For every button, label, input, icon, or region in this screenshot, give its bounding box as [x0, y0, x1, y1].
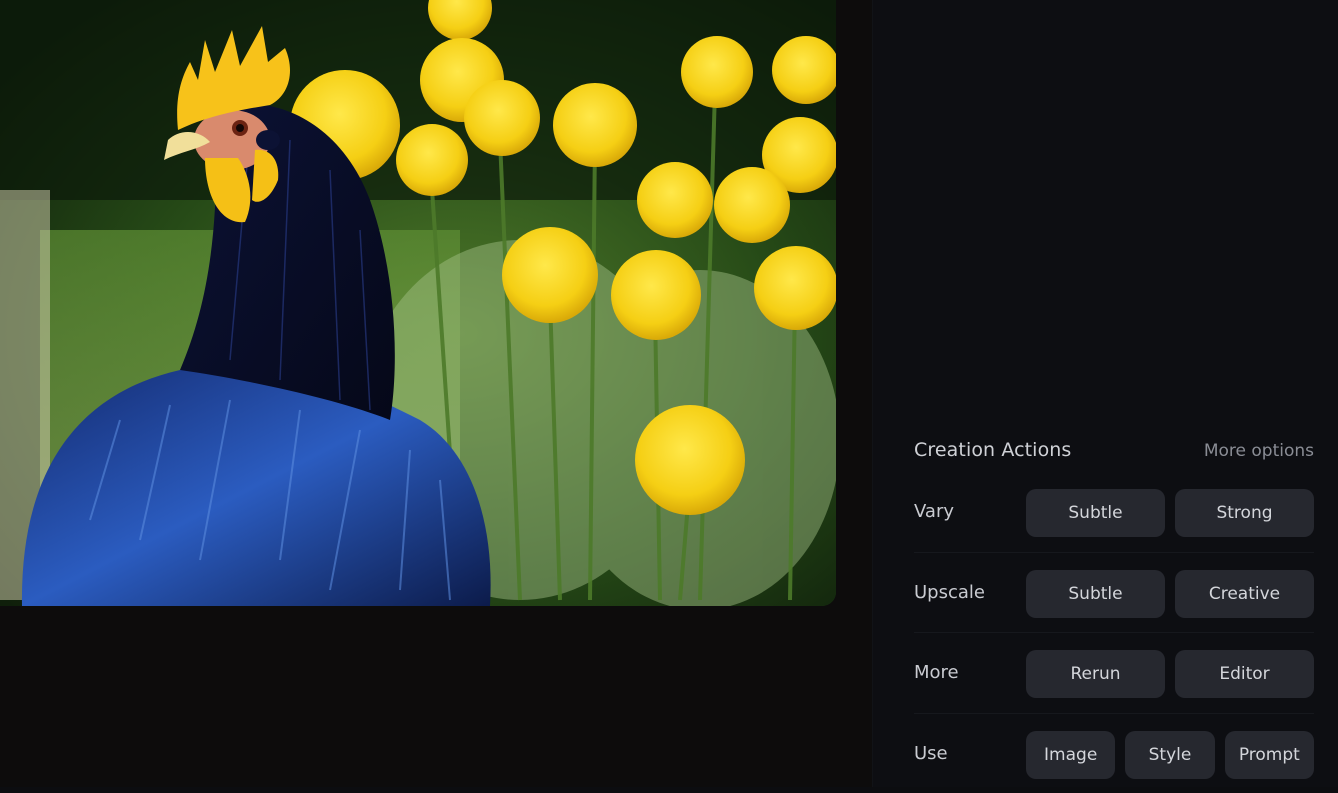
button-group: Subtle Strong: [1026, 489, 1314, 537]
use-prompt-button[interactable]: Prompt: [1225, 731, 1314, 779]
rooster-image: [0, 0, 836, 606]
row-label: Vary: [914, 501, 954, 522]
creation-actions-header: Creation Actions More options: [914, 430, 1314, 472]
creation-actions-title: Creation Actions: [914, 439, 1071, 461]
action-row-more: More Rerun Editor: [914, 633, 1314, 714]
button-group: Rerun Editor: [1026, 650, 1314, 698]
use-image-button[interactable]: Image: [1026, 731, 1115, 779]
button-group: Image Style Prompt: [1026, 731, 1314, 779]
vary-subtle-button[interactable]: Subtle: [1026, 489, 1165, 537]
row-label: More: [914, 662, 959, 683]
more-options-link[interactable]: More options: [1204, 441, 1314, 461]
editor-button[interactable]: Editor: [1175, 650, 1314, 698]
action-row-use: Use Image Style Prompt: [914, 714, 1314, 793]
image-viewer: [0, 0, 872, 787]
action-row-vary: Vary Subtle Strong: [914, 472, 1314, 553]
row-label: Upscale: [914, 582, 985, 603]
rerun-button[interactable]: Rerun: [1026, 650, 1165, 698]
action-row-upscale: Upscale Subtle Creative: [914, 553, 1314, 634]
vary-strong-button[interactable]: Strong: [1175, 489, 1314, 537]
upscale-creative-button[interactable]: Creative: [1175, 570, 1314, 618]
button-group: Subtle Creative: [1026, 570, 1314, 618]
generated-image[interactable]: [0, 0, 836, 606]
creation-actions-panel: Creation Actions More options Vary Subtl…: [914, 430, 1314, 793]
row-label: Use: [914, 743, 948, 764]
upscale-subtle-button[interactable]: Subtle: [1026, 570, 1165, 618]
use-style-button[interactable]: Style: [1125, 731, 1214, 779]
